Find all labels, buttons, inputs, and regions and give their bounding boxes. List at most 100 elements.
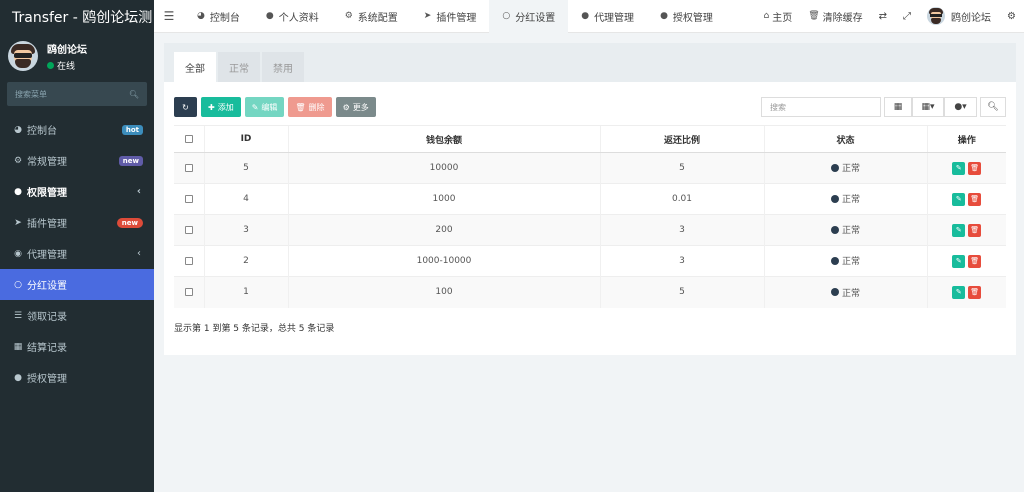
delete-label: 删除 [308,102,325,112]
trash-icon: 🗑︎ [970,195,980,203]
toggle-view-button[interactable]: ▦ [884,97,912,117]
edit-row-button[interactable]: ✎ [952,161,966,175]
cell-status: 正常 [763,152,927,184]
sidebar-item-label: 常规管理 [27,157,67,168]
home-link[interactable]: ⌂ 主页 [755,0,800,33]
columns-icon: ▦▾ [921,102,935,112]
refresh-button[interactable]: ↻ [174,97,197,117]
sidebar-search-input[interactable]: 搜索菜单 🔍︎ [7,82,147,106]
sidebar-item-settlement-records[interactable]: ▦ 结算记录 [0,331,154,362]
table-row[interactable]: 4 1000 0.01 正常 ✎ 🗑︎ [174,183,1006,215]
hot-badge: hot [121,124,143,135]
table-row[interactable]: 2 1000-10000 3 正常 ✎ 🗑︎ [174,245,1006,277]
cell-ratio: 5 [599,152,764,184]
row-checkbox[interactable] [184,256,193,265]
delete-row-button[interactable]: 🗑︎ [968,161,982,175]
brand-logo[interactable]: Transfer - 鸥创论坛测 [0,0,154,33]
row-checkbox[interactable] [184,287,193,296]
column-header-status[interactable]: 状态 [763,125,927,153]
edit-row-button[interactable]: ✎ [952,254,966,268]
delete-row-button[interactable]: 🗑︎ [968,285,982,299]
user-menu[interactable]: 鸥创论坛 [919,0,999,33]
dashboard-icon: ◕ [14,124,22,135]
status-dot-icon [830,163,839,172]
status-label: 正常 [841,226,860,237]
table-row[interactable]: 5 10000 5 正常 ✎ 🗑︎ [174,152,1006,184]
tab-dividend[interactable]: ○ 分红设置 [489,0,569,33]
status-dot-icon [830,194,839,203]
sidebar-item-agents[interactable]: ◉ 代理管理 ‹ [0,238,154,269]
export-button[interactable]: ●▾ [944,97,977,117]
edit-row-button[interactable]: ✎ [952,285,966,299]
more-label: 更多 [352,102,369,112]
language-icon[interactable]: ⇄ [871,0,895,33]
row-checkbox[interactable] [184,194,193,203]
column-header-ratio[interactable]: 返还比例 [599,125,764,153]
edit-row-button[interactable]: ✎ [952,223,966,237]
table-row[interactable]: 3 200 3 正常 ✎ 🗑︎ [174,214,1006,246]
plus-icon: ✚ [208,102,215,112]
sidebar-item-label: 控制台 [27,126,57,137]
tab-normal[interactable]: 正常 [218,52,260,82]
search-button[interactable]: 🔍︎ [980,97,1006,117]
delete-row-button[interactable]: 🗑︎ [968,254,982,268]
sidebar-item-plugins[interactable]: ➤ 插件管理 new [0,207,154,238]
sidebar-item-claim-records[interactable]: ☰ 领取记录 [0,300,154,331]
fullscreen-icon[interactable]: ⤢ [895,0,919,33]
refresh-icon: ↻ [182,102,189,112]
row-checkbox[interactable] [184,163,193,172]
tab-label: 插件管理 [436,12,477,24]
cell-balance: 10000 [287,152,600,184]
online-dot-icon [47,61,54,69]
tab-system-config[interactable]: ⚙ 系统配置 [332,0,411,33]
cell-ratio: 0.01 [599,183,764,215]
edit-row-button[interactable]: ✎ [952,192,966,206]
search-icon: 🔍︎ [987,102,999,112]
delete-row-button[interactable]: 🗑︎ [968,223,982,237]
edit-button[interactable]: ✎ 编辑 [244,97,285,117]
user-panel: 鸥创论坛 在线 [0,33,154,79]
tab-plugins[interactable]: ➤ 插件管理 [411,0,490,33]
settings-gear-icon[interactable]: ⚙ [999,0,1024,33]
tab-agents[interactable]: ● 代理管理 [568,0,647,33]
tab-label: 授权管理 [672,12,713,24]
tab-all[interactable]: 全部 [174,52,216,82]
sidebar-item-dividend[interactable]: ○ 分红设置 [0,269,154,300]
toolbar: ↻ ✚ 添加 ✎ 编辑 🗑︎ 删除 ⚙ 更多 搜索 ▦ ▦▾ ●▾ 🔍︎ [174,97,1006,117]
sidebar-item-general[interactable]: ⚙ 常规管理 new [0,145,154,176]
tab-disabled[interactable]: 禁用 [262,52,304,82]
clear-cache-button[interactable]: 🗑︎ 清除缓存 [800,0,870,33]
row-checkbox-cell [174,276,204,308]
delete-button[interactable]: 🗑︎ 删除 [288,97,332,117]
table-row[interactable]: 1 100 5 正常 ✎ 🗑︎ [174,276,1006,308]
home-icon: ⌂ [763,11,770,21]
user-status-label: 在线 [57,61,76,72]
tab-profile[interactable]: ● 个人资料 [253,0,332,33]
column-header-id[interactable]: ID [203,125,288,153]
tab-authorization[interactable]: ● 授权管理 [647,0,726,33]
table-search-input[interactable]: 搜索 [761,97,881,117]
user-name: 鸥创论坛 [47,44,87,56]
more-button[interactable]: ⚙ 更多 [335,97,376,117]
search-icon[interactable]: 🔍︎ [129,90,139,99]
sidebar-item-permissions[interactable]: ● 权限管理 ‹ [0,176,154,207]
avatar [8,41,38,71]
sidebar-item-authorization[interactable]: ● 授权管理 [0,362,154,393]
tab-dashboard[interactable]: ◕ 控制台 [184,0,253,33]
row-checkbox[interactable] [184,225,193,234]
pencil-icon: ✎ [955,226,962,234]
data-table: ID 钱包余额 返还比例 状态 操作 5 10000 5 正常 ✎ 🗑︎ 4 10… [174,125,1006,308]
add-button[interactable]: ✚ 添加 [201,97,241,117]
sidebar-item-dashboard[interactable]: ◕ 控制台 hot [0,114,154,145]
status-label: 正常 [841,164,860,175]
trash-icon: 🗑︎ [970,164,980,172]
delete-row-button[interactable]: 🗑︎ [968,192,982,206]
menu-toggle-icon[interactable]: ☰ [154,9,184,23]
cell-ratio: 3 [599,245,764,277]
columns-button[interactable]: ▦▾ [912,97,944,117]
select-all-checkbox[interactable] [184,134,193,143]
sidebar-item-label: 分红设置 [27,281,67,292]
trash-icon: 🗑︎ [295,102,306,112]
column-header-balance[interactable]: 钱包余额 [287,125,600,153]
tab-label: 系统配置 [357,12,398,24]
